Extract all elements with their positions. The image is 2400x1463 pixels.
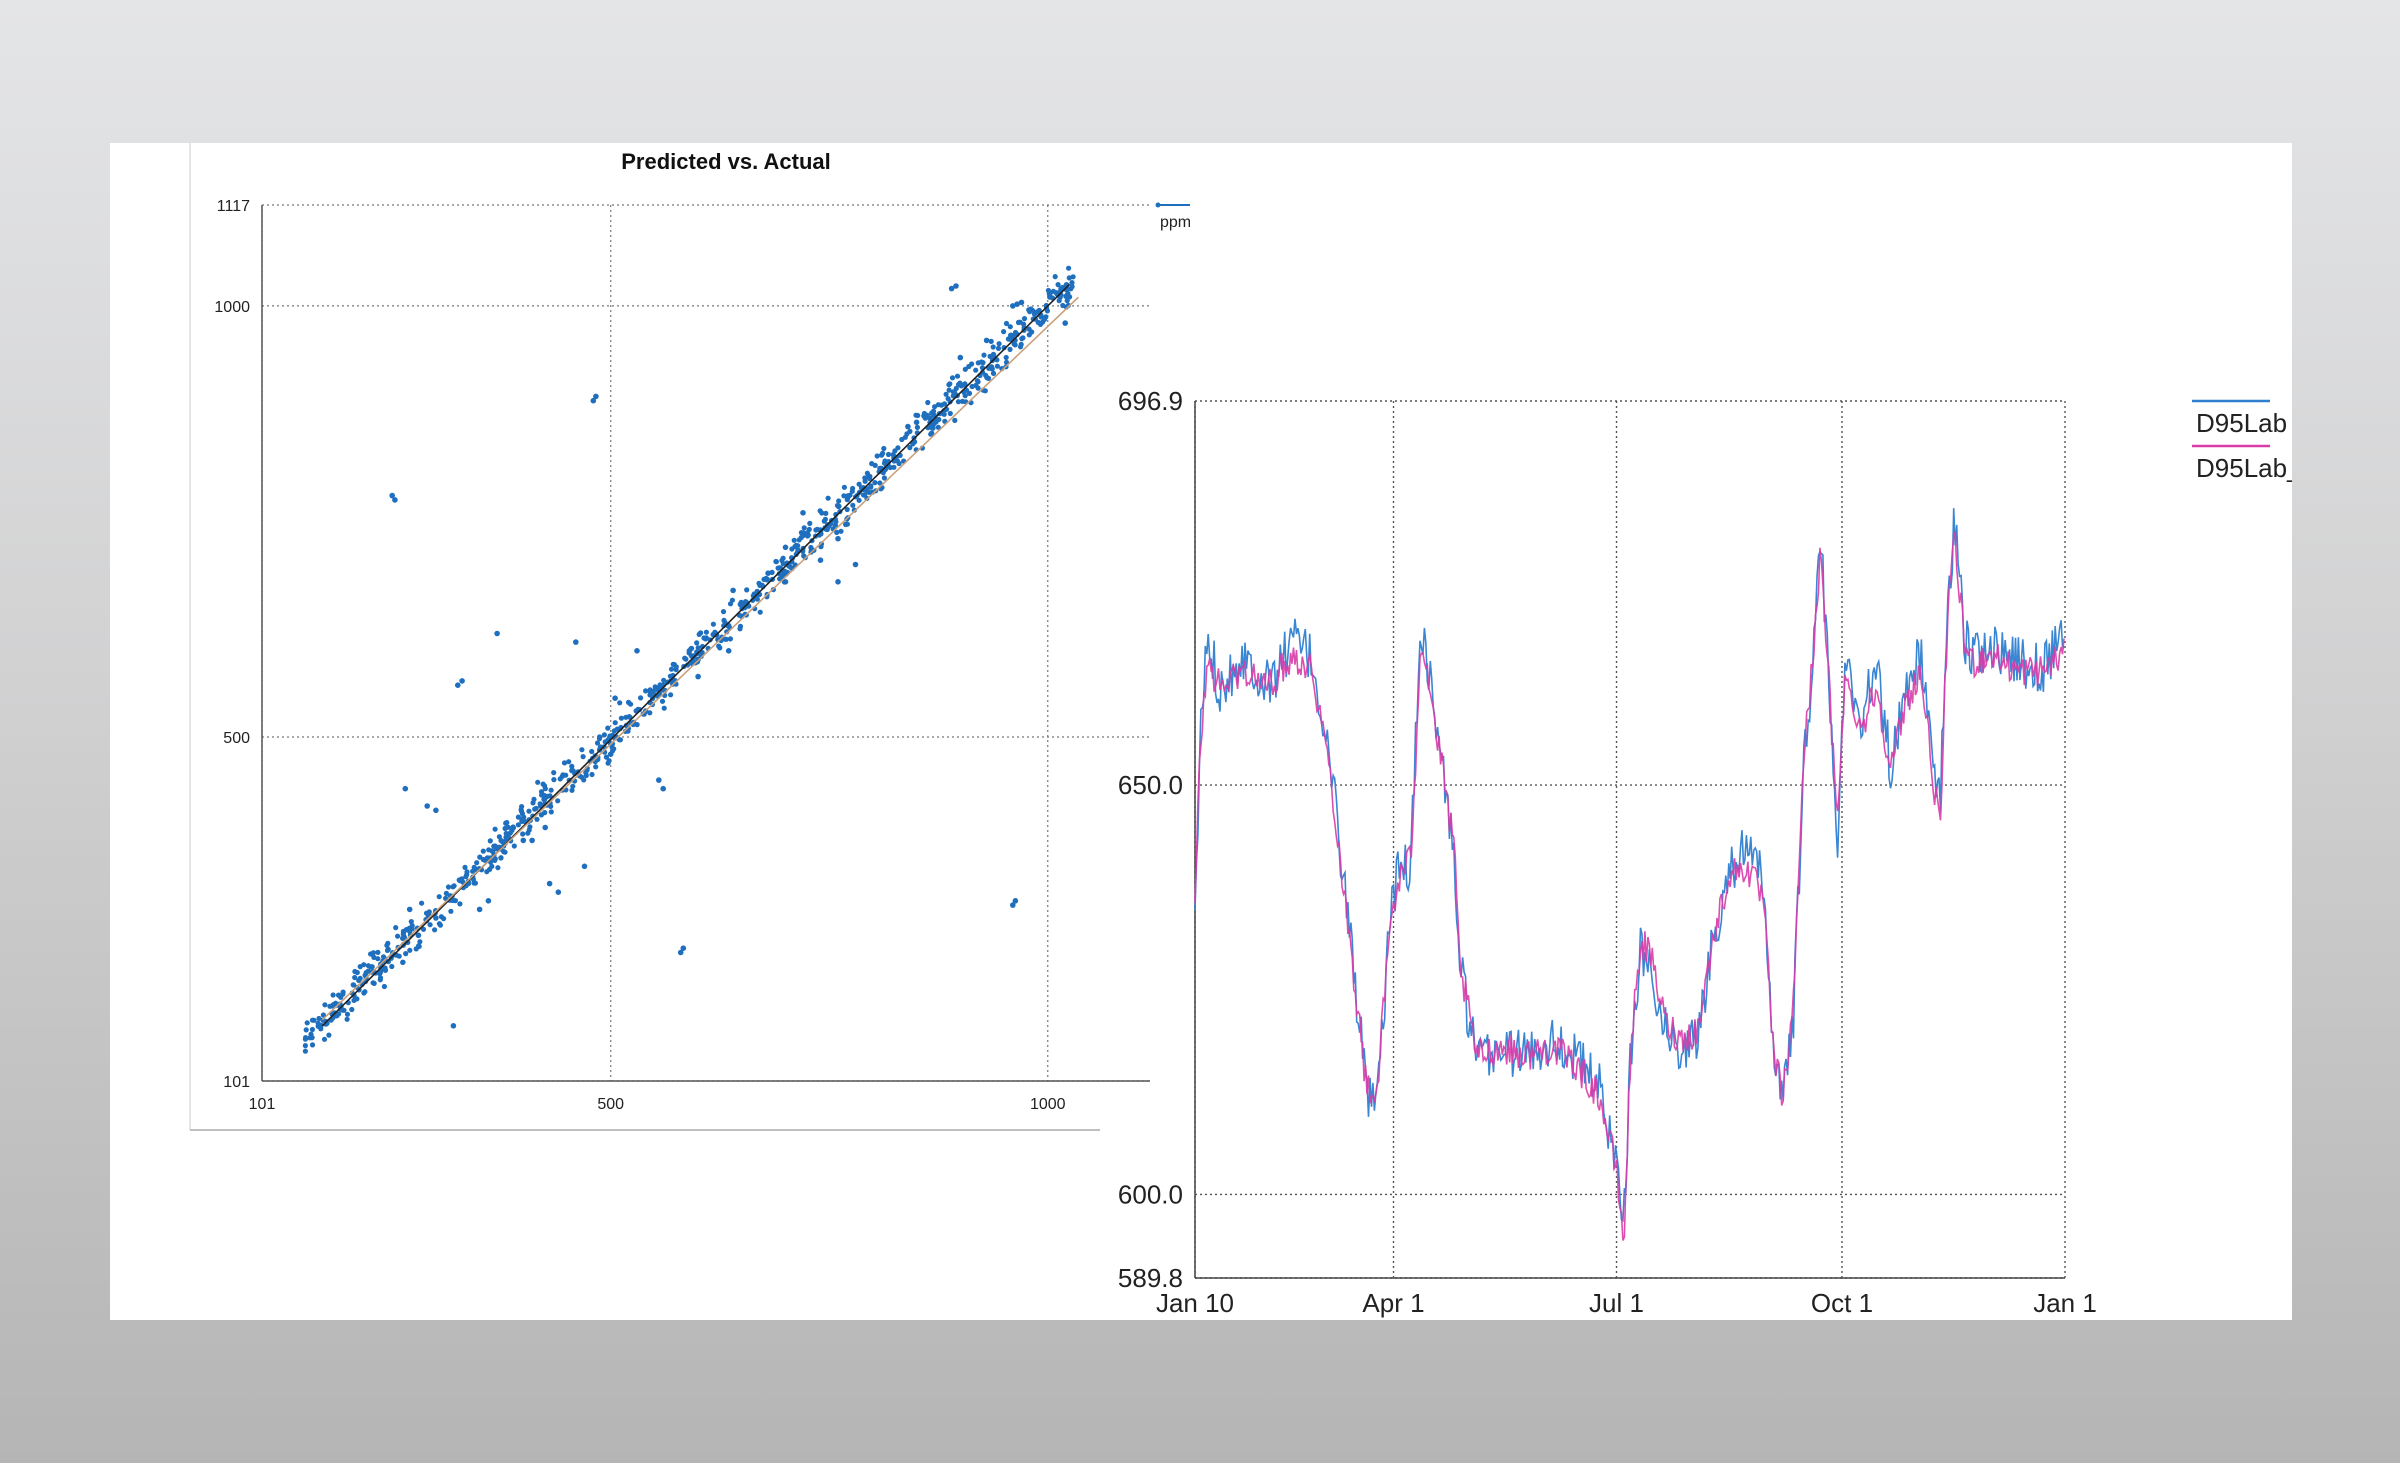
series-line-d95lab — [1194, 508, 2065, 1223]
charts-panel: Predicted vs. Actual 101 500 1000 101 500 1000… — [110, 143, 2292, 1320]
legend-label: D95Lab_0_P — [2196, 453, 2292, 483]
y-tick-label: 589.8 — [1118, 1263, 1183, 1293]
y-tick-label: 600.0 — [1118, 1179, 1183, 1209]
legend-label: D95Lab — [2196, 408, 2287, 438]
x-tick-label: Jan 1 — [2033, 1288, 2097, 1318]
timeseries-chart: Jan 10 Apr 1 Jul 1 Oct 1 Jan 1696.9650.0600.… — [1118, 386, 2292, 1318]
series-line-d95lab-0-p — [1194, 531, 2065, 1241]
x-tick-label: Jul 1 — [1589, 1288, 1644, 1318]
x-tick-label: Oct 1 — [1811, 1288, 1873, 1318]
y-tick-label: 696.9 — [1118, 386, 1183, 416]
y-tick-label: 650.0 — [1118, 770, 1183, 800]
x-tick-label: Apr 1 — [1362, 1288, 1424, 1318]
